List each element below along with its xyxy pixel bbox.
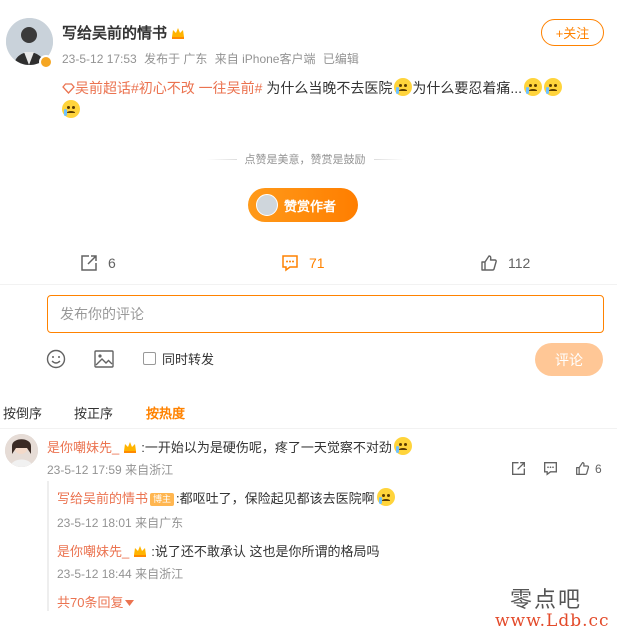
comment-text: 是你嘲妹先_:一开始以为是硬伤呢，疼了一天觉察不对劲 bbox=[47, 437, 412, 456]
thumbs-up-icon bbox=[481, 255, 497, 271]
reply-text: 写给吴前的情书 博主:都呕吐了，保险起见都该去医院啊 bbox=[57, 488, 395, 507]
submit-comment-button[interactable]: 评论 bbox=[535, 343, 603, 376]
commenter-avatar[interactable] bbox=[5, 434, 38, 467]
post-meta: 23-5-12 17:53 发布于 广东 来自 iPhone客户端 已编辑 bbox=[62, 50, 363, 67]
cry-emoji-icon bbox=[62, 100, 80, 118]
comment-icon bbox=[282, 255, 298, 272]
post-time[interactable]: 23-5-12 17:53 bbox=[62, 52, 137, 66]
supertopic-link[interactable]: 吴前超话 bbox=[62, 80, 131, 96]
crown-icon bbox=[124, 442, 137, 453]
diamond-icon bbox=[62, 83, 75, 94]
watermark-url: www.Ldb.cc bbox=[495, 611, 610, 631]
reply-text: 是你嘲妹先_:说了还不敢承认 这也是你所谓的格局吗 bbox=[57, 544, 380, 559]
chevron-down-icon bbox=[125, 600, 135, 606]
post-body-2: 为什么要忍着痛... bbox=[412, 80, 523, 96]
commenter-name[interactable]: 是你嘲妹先_ bbox=[47, 440, 119, 455]
hashtag-link[interactable]: #初心不改 一往吴前# bbox=[131, 80, 262, 96]
repost-button[interactable]: 6 bbox=[80, 254, 116, 272]
cry-emoji-icon bbox=[524, 78, 543, 96]
divider bbox=[373, 158, 404, 160]
reward-author-button[interactable]: 赞赏作者 bbox=[248, 188, 358, 222]
divider bbox=[0, 284, 617, 285]
cry-emoji-icon bbox=[394, 78, 413, 96]
post-location: 发布于 广东 bbox=[144, 52, 208, 66]
sort-by-hot[interactable]: 按热度 bbox=[146, 403, 185, 422]
comment-like-button[interactable]: 6 bbox=[575, 461, 602, 476]
crown-icon bbox=[172, 28, 185, 39]
cry-emoji-icon bbox=[544, 78, 563, 96]
repost-icon[interactable] bbox=[511, 461, 526, 476]
image-icon[interactable] bbox=[94, 350, 114, 368]
crown-icon bbox=[134, 546, 147, 557]
repost-icon bbox=[81, 255, 97, 271]
sort-by-time-desc[interactable]: 按倒序 bbox=[3, 403, 42, 422]
post-body: 为什么当晚不去医院 bbox=[266, 80, 393, 96]
thumbs-up-icon bbox=[576, 462, 590, 475]
author-avatar bbox=[256, 194, 278, 216]
author-badge: 博主 bbox=[150, 493, 175, 506]
comment-button[interactable]: 71 bbox=[281, 254, 325, 272]
comment-icon[interactable] bbox=[543, 461, 558, 476]
checkbox-icon[interactable] bbox=[143, 352, 156, 365]
reply-user[interactable]: 写给吴前的情书 bbox=[57, 491, 148, 506]
reply-meta: 23-5-12 18:44 来自浙江 bbox=[57, 567, 184, 581]
post-actions: 6 71 112 bbox=[0, 254, 617, 276]
divider bbox=[206, 158, 237, 160]
reply-meta: 23-5-12 18:01 来自广东 bbox=[57, 516, 184, 530]
post-text: 吴前超话#初心不改 一往吴前# 为什么当晚不去医院 为什么要忍着痛... bbox=[62, 77, 607, 121]
comment-meta: 23-5-12 17:59 来自浙江 bbox=[47, 463, 174, 477]
sort-by-time-asc[interactable]: 按正序 bbox=[74, 403, 113, 422]
verified-badge-icon bbox=[39, 55, 53, 69]
repost-checkbox[interactable]: 同时转发 bbox=[143, 349, 214, 368]
post-source: 来自 iPhone客户端 bbox=[214, 52, 316, 66]
cry-emoji-icon bbox=[393, 437, 412, 455]
cry-emoji-icon bbox=[376, 488, 395, 506]
author-name[interactable]: 写给吴前的情书 bbox=[62, 25, 167, 42]
follow-button[interactable]: +关注 bbox=[541, 19, 604, 46]
reward-tip: 点赞是美意，赞赏是鼓励 bbox=[195, 151, 415, 167]
more-replies-link[interactable]: 共70条回复 bbox=[57, 592, 135, 611]
like-button[interactable]: 112 bbox=[480, 254, 530, 272]
post-edited[interactable]: 已编辑 bbox=[323, 52, 359, 66]
reply-user[interactable]: 是你嘲妹先_ bbox=[57, 544, 129, 559]
emoji-icon[interactable] bbox=[46, 349, 66, 369]
watermark-text: 零点吧 bbox=[510, 588, 583, 613]
comment-input[interactable]: 发布你的评论 bbox=[47, 295, 604, 333]
divider bbox=[0, 428, 617, 429]
